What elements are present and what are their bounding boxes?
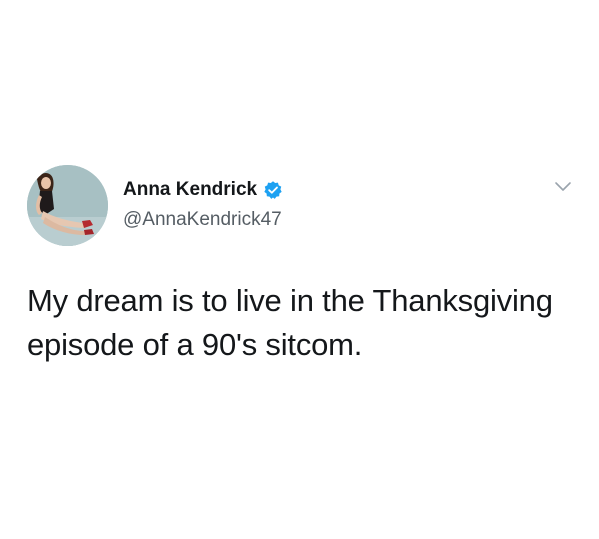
tweet-text-line: episode of a 90's sitcom. — [27, 327, 363, 362]
verified-badge-icon — [263, 180, 283, 200]
author-name-row: Anna Kendrick — [123, 178, 283, 202]
avatar-photo — [27, 165, 108, 246]
author-name[interactable]: Anna Kendrick — [123, 178, 257, 202]
tweet-card: Anna Kendrick @AnnaKendrick47 My dream i… — [0, 0, 599, 539]
avatar[interactable] — [27, 165, 108, 246]
chevron-down-icon[interactable] — [554, 180, 572, 194]
tweet-text: My dream is to live in the Thanksgiving … — [27, 279, 572, 367]
tweet-text-line: My dream is to live in the Thanksgiving — [27, 283, 553, 318]
author-handle[interactable]: @AnnaKendrick47 — [123, 208, 282, 232]
